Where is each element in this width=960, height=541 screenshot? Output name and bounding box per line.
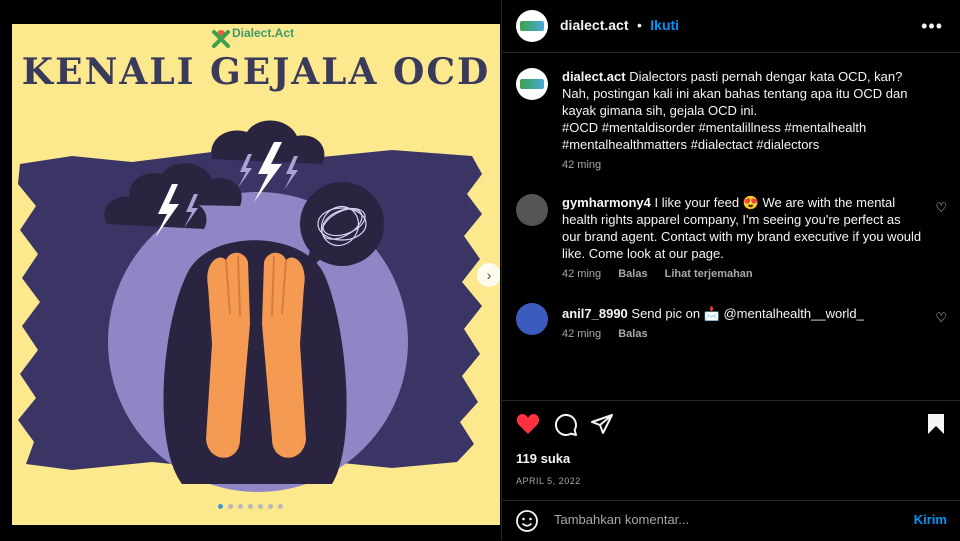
ocd-illustration (18, 30, 482, 492)
share-icon[interactable] (590, 413, 614, 435)
carousel-dot (248, 504, 253, 509)
comment-bar: Kirim (502, 500, 960, 541)
avatar[interactable] (516, 194, 548, 226)
bookmark-icon[interactable] (927, 413, 945, 435)
brand-logo-icon (520, 21, 544, 31)
carousel-dot (278, 504, 283, 509)
comment-username[interactable]: anil7_8990 (562, 306, 628, 321)
comment-icon[interactable] (554, 413, 578, 437)
post-comment-button[interactable]: Kirim (914, 512, 947, 527)
more-horizontal-icon[interactable]: ••• (921, 16, 943, 37)
comment-input[interactable] (552, 511, 886, 528)
comment: anil7_8990 Send pic on 📩 @mentalhealth__… (562, 305, 922, 340)
comment: gymharmony4 I like your feed 😍 We are wi… (562, 194, 922, 280)
comment-username[interactable]: gymharmony4 (562, 195, 651, 210)
carousel-next-button[interactable]: › (477, 263, 500, 287)
comment-time[interactable]: 42 ming (562, 268, 601, 280)
avatar[interactable] (516, 10, 548, 42)
heart-outline-icon[interactable]: ♡ (935, 200, 947, 216)
translate-button[interactable]: Lihat terjemahan (665, 268, 753, 280)
separator: • (636, 17, 642, 33)
comment-text: Send pic on 📩 @mentalhealth__world_ (631, 306, 864, 321)
post-image[interactable]: Dialect.Act KENALI GEJALA OCD › (12, 24, 500, 525)
caption-time[interactable]: 42 ming (562, 159, 601, 171)
header-username[interactable]: dialect.act (560, 17, 628, 33)
brand-logo-icon (520, 79, 544, 89)
brand-logo: Dialect.Act (213, 26, 294, 40)
post-details-panel: dialect.act • Ikuti ••• dialect.act Dial… (501, 0, 960, 540)
post-actions: 119 suka APRIL 5, 2022 (502, 400, 960, 499)
carousel-dot (238, 504, 243, 509)
left-gap (0, 0, 12, 540)
carousel-dot (228, 504, 233, 509)
carousel-dot (218, 504, 223, 509)
caption: dialect.act Dialectors pasti pernah deng… (562, 68, 932, 171)
heart-outline-icon[interactable]: ♡ (935, 310, 947, 326)
avatar[interactable] (516, 303, 548, 335)
caption-username[interactable]: dialect.act (562, 69, 626, 84)
carousel-indicator (218, 504, 283, 509)
likes-count[interactable]: 119 suka (516, 451, 570, 466)
post-date: APRIL 5, 2022 (516, 476, 581, 486)
reply-button[interactable]: Balas (618, 328, 647, 340)
carousel-dot (258, 504, 263, 509)
brand-name: Dialect.Act (232, 26, 295, 40)
post-headline: KENALI GEJALA OCD (21, 51, 491, 93)
carousel-dot (268, 504, 273, 509)
heart-filled-icon[interactable] (516, 413, 540, 435)
follow-button[interactable]: Ikuti (650, 17, 679, 33)
chevron-right-icon: › (486, 267, 492, 283)
caption-hashtags[interactable]: #OCD #mentaldisorder #mentalillness #men… (562, 119, 932, 153)
post-header: dialect.act • Ikuti ••• (502, 0, 960, 53)
emoji-icon[interactable] (516, 510, 538, 532)
comment-time[interactable]: 42 ming (562, 328, 601, 340)
avatar[interactable] (516, 68, 548, 100)
reply-button[interactable]: Balas (618, 268, 647, 280)
